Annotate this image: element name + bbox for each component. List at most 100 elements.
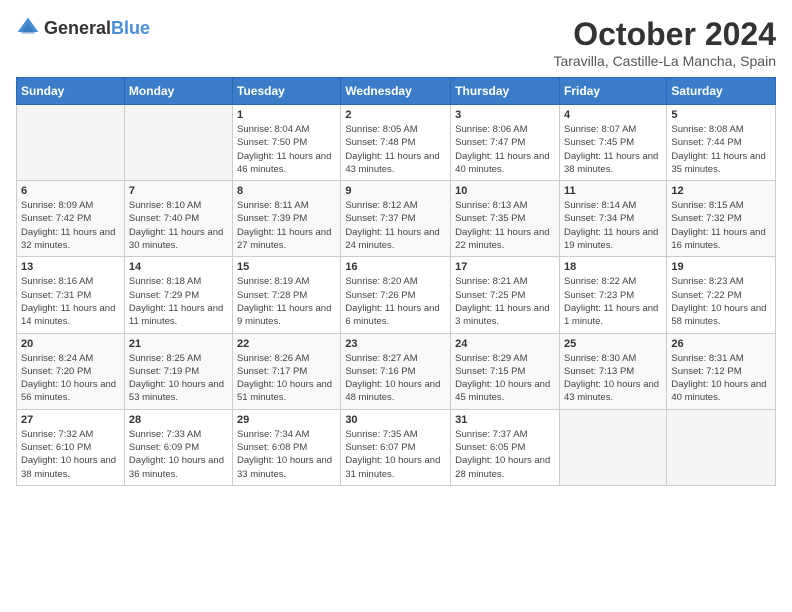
table-row [124, 105, 232, 181]
day-number: 9 [345, 185, 446, 197]
table-row: 2 Sunrise: 8:05 AM Sunset: 7:48 PM Daylig… [341, 105, 451, 181]
day-number: 3 [455, 109, 555, 121]
table-row: 10 Sunrise: 8:13 AM Sunset: 7:35 PM Dayli… [451, 181, 560, 257]
day-info: Sunrise: 7:34 AM Sunset: 6:08 PM Dayligh… [237, 428, 336, 481]
day-info: Sunrise: 8:07 AM Sunset: 7:45 PM Dayligh… [564, 123, 662, 176]
day-info: Sunrise: 8:04 AM Sunset: 7:50 PM Dayligh… [237, 123, 336, 176]
day-number: 16 [345, 261, 446, 273]
table-row: 12 Sunrise: 8:15 AM Sunset: 7:32 PM Dayli… [667, 181, 776, 257]
header-friday: Friday [559, 78, 666, 105]
day-number: 31 [455, 414, 555, 426]
logo-icon [16, 16, 40, 40]
table-row: 6 Sunrise: 8:09 AM Sunset: 7:42 PM Daylig… [17, 181, 125, 257]
table-row: 15 Sunrise: 8:19 AM Sunset: 7:28 PM Dayli… [233, 257, 341, 333]
day-info: Sunrise: 8:27 AM Sunset: 7:16 PM Dayligh… [345, 352, 446, 405]
table-row: 17 Sunrise: 8:21 AM Sunset: 7:25 PM Dayli… [451, 257, 560, 333]
header-monday: Monday [124, 78, 232, 105]
table-row: 25 Sunrise: 8:30 AM Sunset: 7:13 PM Dayli… [559, 333, 666, 409]
day-number: 7 [129, 185, 228, 197]
table-row: 22Sunrise: 8:26 AM Sunset: 7:17 PM Dayli… [233, 333, 341, 409]
day-number: 17 [455, 261, 555, 273]
day-info: Sunrise: 8:15 AM Sunset: 7:32 PM Dayligh… [671, 199, 771, 252]
day-info: Sunrise: 7:37 AM Sunset: 6:05 PM Dayligh… [455, 428, 555, 481]
day-info: Sunrise: 8:25 AM Sunset: 7:19 PM Dayligh… [129, 352, 228, 405]
table-row: 19 Sunrise: 8:23 AM Sunset: 7:22 PM Dayli… [667, 257, 776, 333]
day-number: 23 [345, 338, 446, 350]
day-info: Sunrise: 8:09 AM Sunset: 7:42 PM Dayligh… [21, 199, 120, 252]
day-info: Sunrise: 8:10 AM Sunset: 7:40 PM Dayligh… [129, 199, 228, 252]
table-row: 20Sunrise: 8:24 AM Sunset: 7:20 PM Dayli… [17, 333, 125, 409]
table-row [667, 409, 776, 485]
day-number: 10 [455, 185, 555, 197]
day-number: 12 [671, 185, 771, 197]
day-number: 19 [671, 261, 771, 273]
day-info: Sunrise: 8:05 AM Sunset: 7:48 PM Dayligh… [345, 123, 446, 176]
day-number: 24 [455, 338, 555, 350]
table-row: 27Sunrise: 7:32 AM Sunset: 6:10 PM Dayli… [17, 409, 125, 485]
header-sunday: Sunday [17, 78, 125, 105]
calendar-week-row: 20Sunrise: 8:24 AM Sunset: 7:20 PM Dayli… [17, 333, 776, 409]
table-row: 29 Sunrise: 7:34 AM Sunset: 6:08 PM Dayli… [233, 409, 341, 485]
day-number: 25 [564, 338, 662, 350]
page-header: GeneralBlue October 2024 Taravilla, Cast… [16, 16, 776, 69]
day-number: 21 [129, 338, 228, 350]
calendar-week-row: 13Sunrise: 8:16 AM Sunset: 7:31 PM Dayli… [17, 257, 776, 333]
day-number: 5 [671, 109, 771, 121]
day-number: 18 [564, 261, 662, 273]
table-row [559, 409, 666, 485]
table-row: 23 Sunrise: 8:27 AM Sunset: 7:16 PM Dayli… [341, 333, 451, 409]
day-info: Sunrise: 8:06 AM Sunset: 7:47 PM Dayligh… [455, 123, 555, 176]
day-number: 2 [345, 109, 446, 121]
header-saturday: Saturday [667, 78, 776, 105]
logo: GeneralBlue [16, 16, 150, 40]
day-number: 14 [129, 261, 228, 273]
day-info: Sunrise: 8:13 AM Sunset: 7:35 PM Dayligh… [455, 199, 555, 252]
day-info: Sunrise: 7:33 AM Sunset: 6:09 PM Dayligh… [129, 428, 228, 481]
day-number: 22 [237, 338, 336, 350]
table-row: 3 Sunrise: 8:06 AM Sunset: 7:47 PM Daylig… [451, 105, 560, 181]
table-row: 7 Sunrise: 8:10 AM Sunset: 7:40 PM Daylig… [124, 181, 232, 257]
day-number: 29 [237, 414, 336, 426]
header-wednesday: Wednesday [341, 78, 451, 105]
day-info: Sunrise: 8:29 AM Sunset: 7:15 PM Dayligh… [455, 352, 555, 405]
day-info: Sunrise: 8:21 AM Sunset: 7:25 PM Dayligh… [455, 275, 555, 328]
table-row: 9 Sunrise: 8:12 AM Sunset: 7:37 PM Daylig… [341, 181, 451, 257]
table-row: 16Sunrise: 8:20 AM Sunset: 7:26 PM Dayli… [341, 257, 451, 333]
day-info: Sunrise: 8:08 AM Sunset: 7:44 PM Dayligh… [671, 123, 771, 176]
table-row: 31 Sunrise: 7:37 AM Sunset: 6:05 PM Dayli… [451, 409, 560, 485]
day-number: 4 [564, 109, 662, 121]
calendar-table: Sunday Monday Tuesday Wednesday Thursday… [16, 77, 776, 486]
table-row: 1Sunrise: 8:04 AM Sunset: 7:50 PM Daylig… [233, 105, 341, 181]
table-row: 24 Sunrise: 8:29 AM Sunset: 7:15 PM Dayli… [451, 333, 560, 409]
day-info: Sunrise: 8:19 AM Sunset: 7:28 PM Dayligh… [237, 275, 336, 328]
day-number: 8 [237, 185, 336, 197]
day-info: Sunrise: 8:23 AM Sunset: 7:22 PM Dayligh… [671, 275, 771, 328]
table-row: 30 Sunrise: 7:35 AM Sunset: 6:07 PM Dayli… [341, 409, 451, 485]
header-tuesday: Tuesday [233, 78, 341, 105]
day-info: Sunrise: 8:18 AM Sunset: 7:29 PM Dayligh… [129, 275, 228, 328]
table-row [17, 105, 125, 181]
table-row: 28 Sunrise: 7:33 AM Sunset: 6:09 PM Dayli… [124, 409, 232, 485]
day-info: Sunrise: 8:30 AM Sunset: 7:13 PM Dayligh… [564, 352, 662, 405]
day-number: 30 [345, 414, 446, 426]
day-number: 20 [21, 338, 120, 350]
table-row: 13Sunrise: 8:16 AM Sunset: 7:31 PM Dayli… [17, 257, 125, 333]
calendar-week-row: 6 Sunrise: 8:09 AM Sunset: 7:42 PM Daylig… [17, 181, 776, 257]
logo-general: General [44, 18, 111, 38]
day-info: Sunrise: 8:12 AM Sunset: 7:37 PM Dayligh… [345, 199, 446, 252]
table-row: 11Sunrise: 8:14 AM Sunset: 7:34 PM Dayli… [559, 181, 666, 257]
day-info: Sunrise: 8:22 AM Sunset: 7:23 PM Dayligh… [564, 275, 662, 328]
day-number: 6 [21, 185, 120, 197]
table-row: 26 Sunrise: 8:31 AM Sunset: 7:12 PM Dayli… [667, 333, 776, 409]
day-number: 15 [237, 261, 336, 273]
logo-text: GeneralBlue [44, 18, 150, 39]
day-number: 28 [129, 414, 228, 426]
day-number: 27 [21, 414, 120, 426]
location-subtitle: Taravilla, Castille-La Mancha, Spain [553, 53, 776, 69]
logo-blue: Blue [111, 18, 150, 38]
day-info: Sunrise: 7:35 AM Sunset: 6:07 PM Dayligh… [345, 428, 446, 481]
calendar-week-row: 27Sunrise: 7:32 AM Sunset: 6:10 PM Dayli… [17, 409, 776, 485]
day-number: 26 [671, 338, 771, 350]
day-info: Sunrise: 8:31 AM Sunset: 7:12 PM Dayligh… [671, 352, 771, 405]
day-number: 11 [564, 185, 662, 197]
